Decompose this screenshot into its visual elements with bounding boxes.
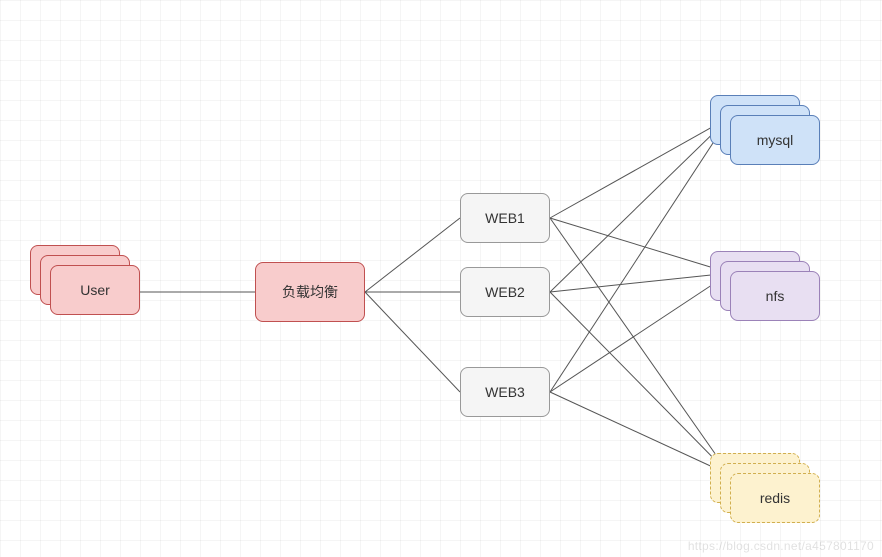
node-redis-label: redis (760, 490, 790, 506)
node-user-label: User (80, 282, 110, 298)
node-mysql-label: mysql (757, 132, 794, 148)
node-web1-label: WEB1 (485, 210, 525, 226)
node-web3[interactable]: WEB3 (460, 367, 550, 417)
node-web2-label: WEB2 (485, 284, 525, 300)
node-web1[interactable]: WEB1 (460, 193, 550, 243)
node-load-balancer[interactable]: 负载均衡 (255, 262, 365, 322)
node-lb-label: 负载均衡 (282, 282, 338, 302)
node-web2[interactable]: WEB2 (460, 267, 550, 317)
diagram-canvas: User 负载均衡 WEB1 WEB2 WEB3 mysql nfs redis (0, 0, 882, 557)
watermark: https://blog.csdn.net/a457801170 (688, 539, 874, 553)
node-web3-label: WEB3 (485, 384, 525, 400)
node-nfs-label: nfs (766, 288, 785, 304)
